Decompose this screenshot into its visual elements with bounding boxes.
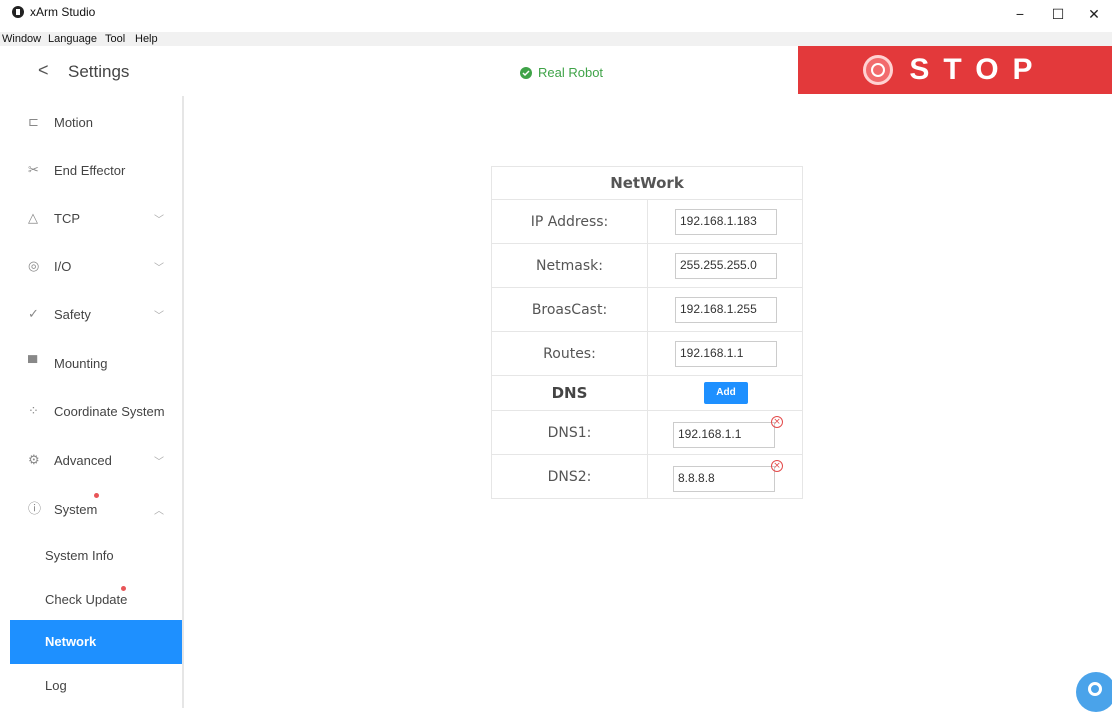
- sidebar-item-label: Safety: [54, 306, 91, 322]
- sidebar-item-network[interactable]: Network: [10, 620, 182, 664]
- ip-label: IP Address:: [491, 199, 648, 244]
- dns2-label: DNS2:: [491, 454, 648, 499]
- ip-address-field[interactable]: 192.168.1.183: [675, 209, 777, 235]
- sidebar-item-label: Check Update: [45, 592, 128, 607]
- xarm-logo-icon: [12, 6, 24, 18]
- sidebar-item-label: System Info: [45, 548, 114, 563]
- sidebar-item-check-update[interactable]: Check Update: [10, 578, 182, 622]
- sidebar-item-coordinate-system[interactable]: ⁘ Coordinate System: [10, 389, 182, 433]
- update-dot: [94, 493, 99, 498]
- sidebar-item-system[interactable]: ⓘ System ︿: [10, 487, 182, 531]
- broadcast-field[interactable]: 192.168.1.255: [675, 297, 777, 323]
- menu-tool[interactable]: Tool: [105, 32, 125, 46]
- stop-button[interactable]: STOP: [798, 46, 1112, 94]
- sidebar-item-tcp[interactable]: △ TCP ﹀: [10, 196, 182, 240]
- system-icon: ⓘ: [28, 501, 42, 516]
- sidebar-item-label: I/O: [54, 258, 72, 274]
- chevron-down-icon: ﹀: [154, 262, 164, 274]
- end-effector-icon: ✂: [28, 162, 39, 177]
- gear-icon: [1088, 682, 1102, 696]
- settings-sidebar: ⊏ Motion ✂ End Effector △ TCP ﹀ ◎ I/O ﹀ …: [0, 96, 184, 708]
- sidebar-item-advanced[interactable]: ⚙ Advanced ﹀: [10, 438, 182, 482]
- sidebar-item-label: Mounting: [54, 355, 108, 371]
- sidebar-item-io[interactable]: ◎ I/O ﹀: [10, 244, 182, 288]
- settings-header: < Settings Real Robot STOP: [0, 46, 1112, 96]
- sidebar-item-mounting[interactable]: ▀ Mounting: [10, 341, 182, 385]
- maximize-button[interactable]: ☐: [1038, 3, 1078, 25]
- chevron-down-icon: ﹀: [154, 214, 164, 226]
- sidebar-item-label: TCP: [54, 210, 80, 226]
- dns-title: DNS: [491, 375, 648, 411]
- sidebar-item-log[interactable]: Log: [10, 664, 182, 708]
- menu-window[interactable]: Window: [2, 32, 41, 46]
- check-circle-icon: [520, 66, 532, 79]
- close-button[interactable]: ✕: [1074, 3, 1112, 25]
- sidebar-item-label: System: [54, 501, 98, 517]
- io-icon: ◎: [28, 258, 40, 273]
- sidebar-item-end-effector[interactable]: ✂ End Effector: [10, 148, 182, 192]
- update-dot: [121, 586, 126, 591]
- chevron-up-icon: ︿: [154, 505, 164, 517]
- mounting-icon: ▀: [28, 355, 38, 370]
- sidebar-item-motion[interactable]: ⊏ Motion: [10, 100, 182, 144]
- chevron-down-icon: ﹀: [154, 456, 164, 468]
- page-title: Settings: [68, 62, 130, 81]
- sidebar-item-label: Coordinate System: [54, 403, 165, 419]
- sidebar-item-label: Log: [45, 678, 67, 693]
- app-title: xArm Studio: [30, 5, 96, 19]
- network-table: NetWork IP Address: 192.168.1.183 Netmas…: [491, 166, 803, 499]
- menu-help[interactable]: Help: [135, 32, 158, 46]
- sidebar-item-label: End Effector: [54, 162, 126, 178]
- chevron-down-icon: ﹀: [154, 310, 164, 322]
- stop-label: STOP: [909, 53, 1047, 86]
- sidebar-item-label: Network: [45, 634, 97, 649]
- routes-field[interactable]: 192.168.1.1: [675, 341, 777, 367]
- minimize-button[interactable]: −: [1000, 3, 1040, 25]
- remove-dns2-icon[interactable]: ×: [771, 460, 783, 472]
- robot-status: Real Robot: [520, 65, 603, 80]
- sidebar-item-label: Motion: [54, 114, 94, 130]
- dns1-label: DNS1:: [491, 410, 648, 455]
- safety-icon: ✓: [28, 306, 39, 321]
- menu-bar: Window Language Tool Help: [0, 32, 1112, 46]
- sidebar-item-safety[interactable]: ✓ Safety ﹀: [10, 292, 182, 336]
- settings-fab-icon[interactable]: [1076, 672, 1112, 712]
- tcp-icon: △: [28, 210, 38, 225]
- remove-dns1-icon[interactable]: ×: [771, 416, 783, 428]
- sidebar-item-label: Advanced: [54, 452, 112, 468]
- title-bar: xArm Studio − ☐ ✕: [0, 0, 1112, 32]
- back-arrow-icon[interactable]: <: [38, 60, 49, 81]
- motion-icon: ⊏: [28, 114, 39, 129]
- netmask-label: Netmask:: [491, 243, 648, 288]
- routes-label: Routes:: [491, 331, 648, 376]
- sidebar-item-system-info[interactable]: System Info: [10, 534, 182, 578]
- dns1-field[interactable]: 192.168.1.1: [673, 422, 775, 448]
- advanced-icon: ⚙: [28, 452, 40, 467]
- status-label: Real Robot: [538, 65, 604, 80]
- power-icon: [863, 55, 894, 85]
- netmask-field[interactable]: 255.255.255.0: [675, 253, 777, 279]
- add-dns-button[interactable]: Add: [704, 382, 748, 404]
- dns2-field[interactable]: 8.8.8.8: [673, 466, 775, 492]
- broadcast-label: BroasCast:: [491, 287, 648, 332]
- menu-language[interactable]: Language: [48, 32, 97, 46]
- coordinate-icon: ⁘: [28, 403, 39, 418]
- network-title: NetWork: [491, 166, 803, 200]
